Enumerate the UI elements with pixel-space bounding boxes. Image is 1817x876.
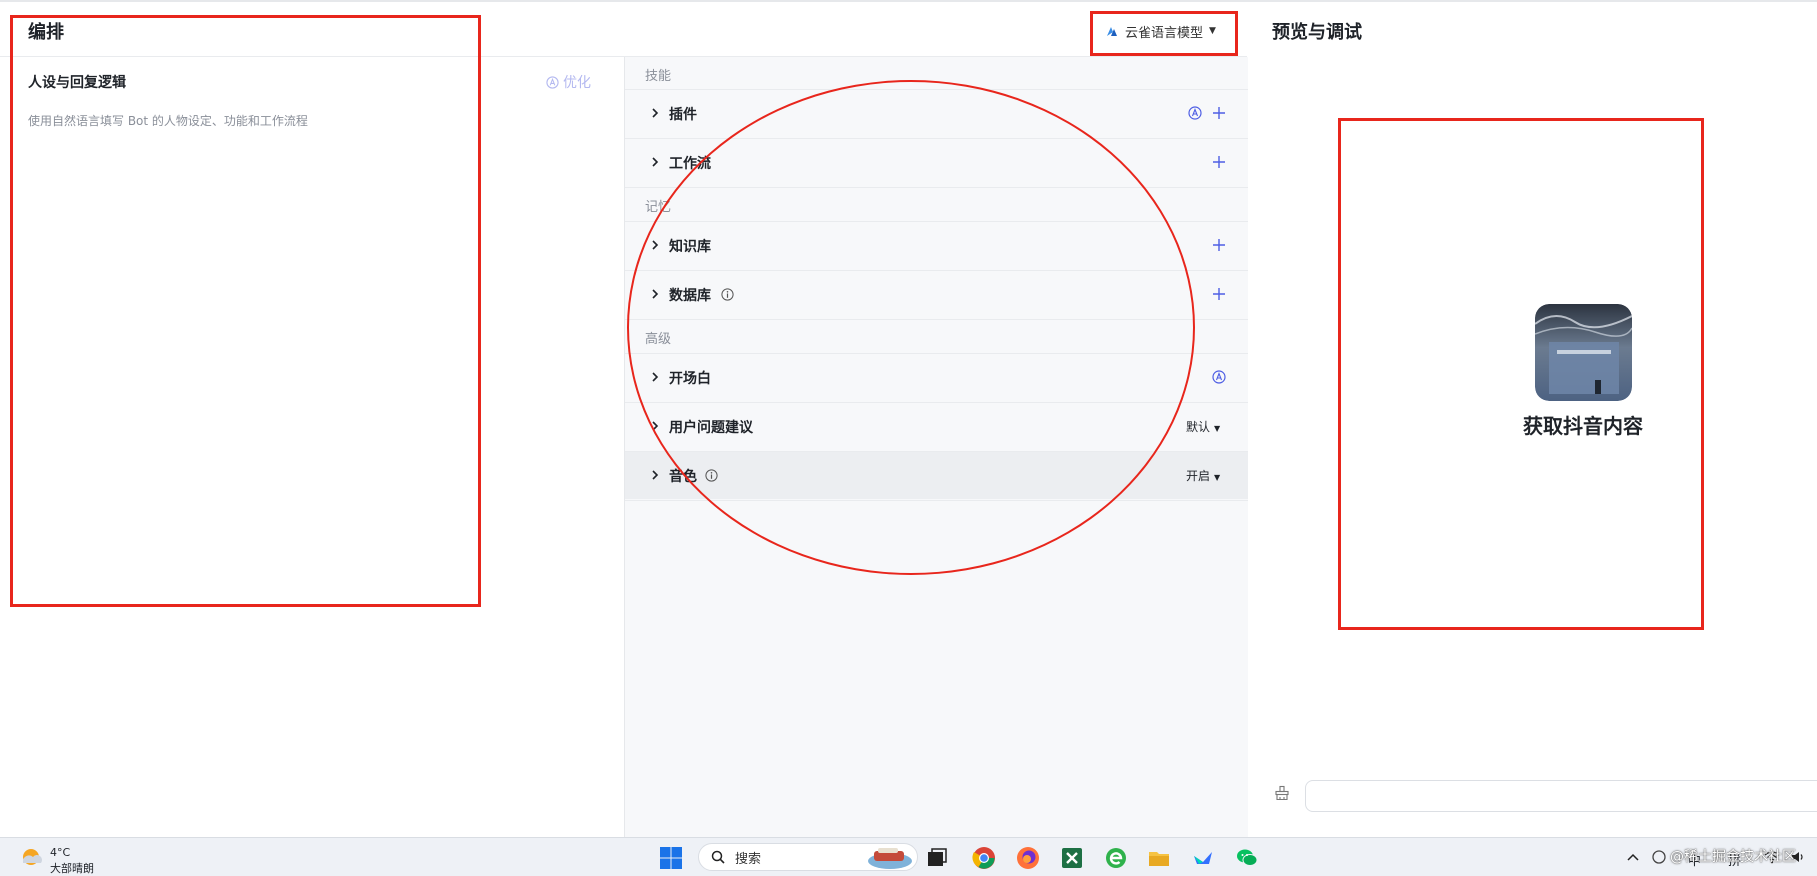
- auto-add-icon[interactable]: [1188, 106, 1202, 120]
- tray-app-icon[interactable]: [1651, 850, 1667, 864]
- chrome-icon[interactable]: [972, 846, 996, 870]
- chevron-right-icon: [652, 157, 659, 167]
- chevron-right-icon: [652, 108, 659, 118]
- chat-input[interactable]: [1305, 780, 1817, 812]
- plugins-label: 插件: [669, 107, 697, 123]
- optimize-button[interactable]: 优化: [546, 72, 591, 92]
- temperature: 4°C: [50, 846, 71, 859]
- optimize-label: 优化: [563, 75, 591, 91]
- search-highlight-image: [868, 848, 912, 869]
- chevron-right-icon: [652, 470, 659, 480]
- caret-down-icon: ▼: [1214, 473, 1221, 482]
- add-plugin-icon[interactable]: [1212, 106, 1226, 120]
- auto-optimize-icon: [546, 75, 559, 89]
- wechat-icon[interactable]: [1235, 846, 1259, 870]
- section-skills: 技能: [645, 69, 672, 84]
- add-knowledge-icon[interactable]: [1212, 238, 1226, 252]
- caret-down-icon: ▼: [1214, 424, 1221, 433]
- windows-taskbar: 4°C 大部晴朗 搜索 中 拼: [0, 837, 1817, 876]
- file-explorer-icon[interactable]: [1147, 846, 1171, 870]
- suggestions-value: 默认: [1186, 420, 1211, 434]
- annotation-box-model: [1090, 11, 1238, 56]
- task-view-icon[interactable]: [925, 846, 949, 870]
- preview-title: 预览与调试: [1272, 22, 1362, 43]
- watermark: @稀土掘金技术社区: [1670, 849, 1796, 865]
- annotation-ellipse-skills: [627, 80, 1195, 575]
- add-database-icon[interactable]: [1212, 287, 1226, 301]
- ie-browser-icon[interactable]: [1104, 846, 1128, 870]
- excel-icon[interactable]: [1060, 846, 1084, 870]
- annotation-box-persona: [10, 15, 481, 607]
- weather-description: 大部晴朗: [50, 862, 94, 875]
- windows-start-icon[interactable]: [660, 847, 682, 869]
- suggestions-dropdown[interactable]: 默认 ▼: [1186, 418, 1220, 435]
- voice-dropdown[interactable]: 开启 ▼: [1186, 467, 1220, 484]
- firefox-icon[interactable]: [1016, 846, 1040, 870]
- clear-history-icon[interactable]: [1274, 785, 1290, 801]
- weather-icon[interactable]: [19, 847, 43, 869]
- search-label: 搜索: [735, 851, 762, 867]
- add-workflow-icon[interactable]: [1212, 155, 1226, 169]
- tray-chevron-up-icon[interactable]: [1627, 852, 1639, 862]
- auto-generate-icon[interactable]: [1212, 370, 1226, 384]
- voice-value: 开启: [1186, 469, 1211, 483]
- search-icon: [711, 850, 725, 864]
- annotation-box-preview: [1338, 118, 1704, 630]
- feishu-icon[interactable]: [1191, 846, 1215, 870]
